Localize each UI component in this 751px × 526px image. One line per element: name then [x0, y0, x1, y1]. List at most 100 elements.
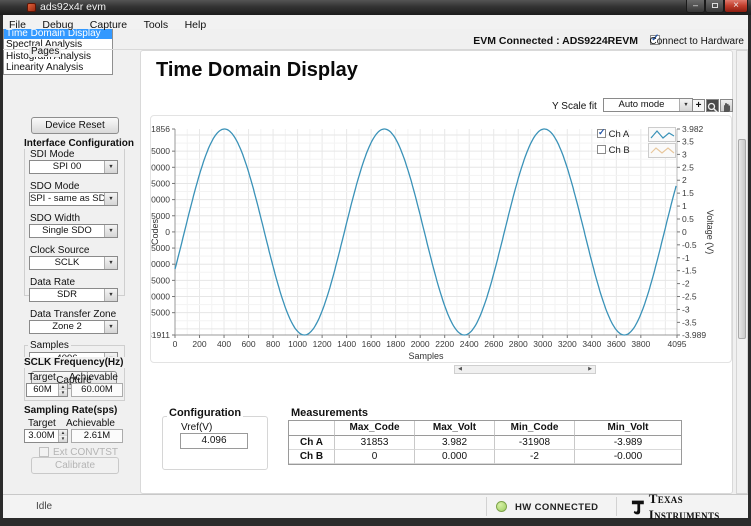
maximize-icon	[712, 3, 718, 8]
magnifier-icon	[707, 102, 718, 113]
sampling-target-label: Target	[28, 418, 56, 429]
svg-text:1.5: 1.5	[682, 188, 694, 198]
sclk-achievable-label: Achievable	[69, 372, 118, 383]
svg-text:800: 800	[266, 339, 280, 349]
svg-text:2200: 2200	[435, 339, 454, 349]
chart-h-scrollbar[interactable]: ◀ ▶	[454, 365, 596, 374]
ti-brand-text: Texas Instruments	[649, 491, 748, 523]
measurements-title: Measurements	[289, 407, 370, 419]
svg-text:0: 0	[682, 227, 687, 237]
ch-a-min-code: -31908	[495, 436, 575, 450]
sdo-width-dropdown[interactable]: Single SDO▼	[29, 224, 118, 238]
hw-connected-led	[496, 501, 507, 512]
pan-tool-button[interactable]	[720, 99, 733, 112]
window-body: File Debug Capture Tools Help EVM Connec…	[3, 15, 748, 518]
connect-hardware-label: Connect to Hardware	[650, 36, 745, 47]
svg-text:1800: 1800	[386, 339, 405, 349]
sdo-width-label: SDO Width	[30, 213, 80, 224]
sdi-mode-dropdown[interactable]: SPI 00▼	[29, 160, 118, 174]
svg-text:400: 400	[217, 339, 231, 349]
ext-convtst-checkbox[interactable]	[39, 447, 49, 457]
svg-text:2400: 2400	[460, 339, 479, 349]
svg-text:-2: -2	[682, 279, 690, 289]
svg-text:2600: 2600	[484, 339, 503, 349]
row-ch-b-label: Ch B	[289, 450, 335, 464]
vref-input[interactable]: 4.096	[180, 433, 248, 449]
titlebar[interactable]: ads92x4r evm – ×	[0, 0, 751, 15]
hand-icon	[721, 102, 732, 113]
calibrate-button[interactable]: Calibrate	[31, 457, 119, 474]
svg-text:3400: 3400	[582, 339, 601, 349]
svg-text:-15000: -15000	[151, 275, 170, 285]
statusbar: Idle HW CONNECTED Texas Instruments	[3, 494, 748, 518]
svg-text:-25000: -25000	[151, 308, 170, 318]
evm-connected-status: EVM Connected : ADS9224REVM	[473, 35, 638, 47]
zoom-tool-button[interactable]	[706, 99, 719, 112]
svg-text:-0.5: -0.5	[682, 240, 697, 250]
svg-text:1: 1	[682, 201, 687, 211]
svg-text:3600: 3600	[607, 339, 626, 349]
ch-b-checkbox[interactable]	[597, 145, 606, 154]
y-scale-fit-dropdown[interactable]: Auto mode▼	[603, 98, 693, 112]
scroll-left-icon[interactable]: ◀	[455, 366, 465, 373]
info-strip: EVM Connected : ADS9224REVM ✓ Connect to…	[3, 29, 748, 50]
sclk-target-label: Target	[28, 372, 56, 383]
samples-label: Samples	[28, 340, 71, 351]
svg-text:2.5: 2.5	[682, 162, 694, 172]
col-header-max-volt: Max_Volt	[415, 421, 495, 436]
ch-a-max-code: 31853	[335, 436, 415, 450]
col-header-max-code: Max_Code	[335, 421, 415, 436]
sclk-target-spinner[interactable]: 60M ▲▼	[26, 383, 68, 397]
device-reset-button[interactable]: Device Reset	[31, 117, 119, 134]
chevron-down-icon: ▼	[104, 225, 117, 237]
svg-text:10000: 10000	[151, 195, 170, 205]
scroll-right-icon[interactable]: ▶	[585, 366, 595, 373]
ch-b-min-code: -2	[495, 450, 575, 464]
chevron-down-icon: ▼	[104, 193, 117, 205]
clock-source-dropdown[interactable]: SCLK▼	[29, 256, 118, 270]
legend-ch-b: Ch B	[597, 145, 630, 159]
svg-text:600: 600	[241, 339, 255, 349]
minimize-button[interactable]: –	[686, 0, 705, 13]
ti-bug-icon	[631, 499, 645, 516]
svg-text:-1: -1	[682, 253, 690, 263]
menubar: File Debug Capture Tools Help	[3, 15, 748, 29]
svg-text:2800: 2800	[509, 339, 528, 349]
svg-text:Voltage (V): Voltage (V)	[705, 210, 715, 255]
sampling-target-spinner[interactable]: 3.00M ▲▼	[24, 429, 68, 443]
ch-a-checkbox[interactable]: ✓	[597, 129, 606, 138]
minimize-icon: –	[693, 0, 698, 10]
svg-text:200: 200	[192, 339, 206, 349]
svg-text:3800: 3800	[631, 339, 650, 349]
svg-text:0: 0	[173, 339, 178, 349]
svg-text:1600: 1600	[362, 339, 381, 349]
data-transfer-zone-dropdown[interactable]: Zone 2▼	[29, 320, 118, 334]
svg-text:-3: -3	[682, 304, 690, 314]
sidebar-item-linearity-analysis[interactable]: Linearity Analysis	[4, 62, 112, 74]
scrollbar-thumb[interactable]	[738, 139, 746, 339]
svg-text:4095: 4095	[668, 339, 687, 349]
time-domain-chart[interactable]: 318562500020000150001000050000-5000-1000…	[150, 115, 732, 363]
sdo-mode-dropdown[interactable]: SPI - same as SDI▼	[29, 192, 118, 206]
chevron-down-icon: ▼	[104, 289, 117, 301]
svg-text:1400: 1400	[337, 339, 356, 349]
app-window: ads92x4r evm – × File Debug Capture Tool…	[0, 0, 751, 526]
svg-text:1200: 1200	[313, 339, 332, 349]
sdo-mode-label: SDO Mode	[30, 181, 79, 192]
interface-config-title: Interface Configuration	[22, 138, 136, 149]
main-v-scrollbar[interactable]	[736, 50, 748, 494]
spin-down-icon[interactable]: ▼	[59, 390, 67, 396]
status-text: Idle	[36, 501, 52, 512]
clock-source-label: Clock Source	[30, 245, 89, 256]
svg-text:-20000: -20000	[151, 292, 170, 302]
maximize-button[interactable]	[705, 0, 724, 13]
cursor-tool-button[interactable]: +	[692, 99, 705, 112]
svg-text:3: 3	[682, 149, 687, 159]
data-rate-dropdown[interactable]: SDR▼	[29, 288, 118, 302]
ch-b-max-code: 0	[335, 450, 415, 464]
col-header-min-volt: Min_Volt	[575, 421, 681, 436]
col-header-blank	[289, 421, 335, 436]
close-button[interactable]: ×	[724, 0, 748, 13]
svg-text:1000: 1000	[288, 339, 307, 349]
spin-down-icon[interactable]: ▼	[59, 436, 67, 442]
